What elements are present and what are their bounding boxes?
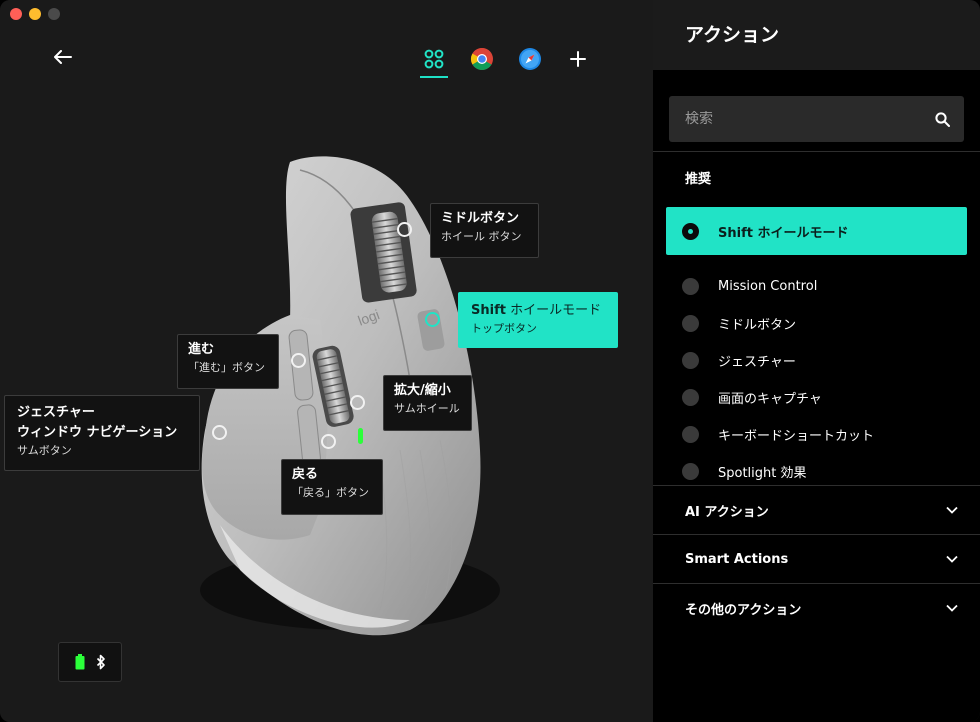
chevron-down-icon (946, 555, 958, 563)
hotspot-shift-button[interactable] (425, 312, 440, 327)
hotspot-gesture-button[interactable] (212, 425, 227, 440)
app-window: logi ミドルボタン ホイール ボタン Shift ホイールモード トップボタ… (0, 0, 980, 722)
action-label: Mission Control (718, 279, 818, 294)
callout-subtitle: 「進む」ボタン (188, 361, 265, 374)
callout-title-line2: ウィンドウ ナビゲーション (17, 425, 178, 440)
radio-icon (682, 389, 699, 406)
callout-middle-button[interactable]: ミドルボタン ホイール ボタン (430, 203, 539, 258)
plus-icon (570, 51, 586, 67)
callout-title: Shift ホイールモード (471, 302, 605, 319)
chrome-icon (471, 48, 493, 70)
callout-shift-button[interactable]: Shift ホイールモード トップボタン (458, 292, 618, 348)
bluetooth-icon (96, 654, 105, 670)
actions-panel: アクション 推奨 Shift ホイールモード Mission Control ミ… (653, 0, 980, 722)
action-item-screen-capture[interactable]: 画面のキャプチャ (666, 379, 967, 416)
section-label: Smart Actions (685, 551, 789, 567)
action-label: キーボードショートカット (718, 429, 875, 444)
radio-selected-icon (682, 222, 699, 240)
callout-title-line1: ジェスチャー (17, 405, 95, 420)
action-label: Shift ホイールモード (718, 225, 849, 241)
callout-title: 進む (188, 342, 215, 357)
chevron-down-icon (946, 506, 958, 514)
action-label: ミドルボタン (718, 318, 797, 333)
hotspot-middle-button[interactable] (397, 222, 412, 237)
arrow-left-icon (54, 50, 72, 64)
hotspot-thumb-wheel[interactable] (350, 395, 365, 410)
tab-chrome[interactable] (458, 40, 506, 78)
section-label: AI アクション (685, 504, 769, 520)
minimize-window-button[interactable] (29, 8, 41, 20)
action-item-mission-control[interactable]: Mission Control (666, 268, 967, 305)
device-canvas: logi ミドルボタン ホイール ボタン Shift ホイールモード トップボタ… (0, 0, 653, 722)
action-label: ジェスチャー (718, 355, 796, 370)
hotspot-forward-button[interactable] (291, 353, 306, 368)
section-label: その他のアクション (685, 602, 802, 618)
action-item-keyboard-shortcut[interactable]: キーボードショートカット (666, 416, 967, 453)
radio-icon (682, 426, 699, 443)
tab-safari[interactable] (506, 40, 554, 78)
safari-icon (519, 48, 541, 70)
radio-icon (682, 278, 699, 295)
recommended-actions: Shift ホイールモード Mission Control ミドルボタン ジェス… (666, 207, 967, 490)
tab-all-apps[interactable] (410, 40, 458, 78)
action-item-middle-button[interactable]: ミドルボタン (666, 305, 967, 342)
action-item-gesture[interactable]: ジェスチャー (666, 342, 967, 379)
callout-title: 戻る (292, 467, 319, 482)
close-window-button[interactable] (10, 8, 22, 20)
callout-back-button[interactable]: 戻る 「戻る」ボタン (281, 459, 383, 515)
callout-subtitle: サムボタン (17, 444, 72, 457)
callout-subtitle: ホイール ボタン (441, 230, 522, 243)
search-icon[interactable] (935, 111, 950, 127)
grid-dots-icon (424, 49, 444, 69)
action-item-shift-wheel-mode[interactable]: Shift ホイールモード (666, 207, 967, 255)
action-label: 画面のキャプチャ (718, 392, 822, 407)
callout-title: ミドルボタン (441, 211, 520, 226)
callout-subtitle: トップボタン (471, 322, 537, 335)
callout-subtitle: サムホイール (394, 402, 460, 415)
application-tabs (410, 40, 602, 78)
action-label: Spotlight 効果 (718, 466, 807, 481)
search-box[interactable] (669, 96, 964, 142)
callout-forward-button[interactable]: 進む 「進む」ボタン (177, 334, 279, 389)
back-button[interactable] (50, 44, 76, 70)
section-other-actions[interactable]: その他のアクション (653, 584, 980, 632)
search-input[interactable] (685, 111, 905, 127)
callout-title: 拡大/縮小 (394, 383, 451, 398)
callout-title-bold: Shift (471, 303, 506, 318)
callout-thumb-wheel[interactable]: 拡大/縮小 サムホイール (383, 375, 472, 431)
callout-subtitle: 「戻る」ボタン (292, 486, 369, 499)
callout-gesture-button[interactable]: ジェスチャー ウィンドウ ナビゲーション サムボタン (4, 395, 200, 471)
callout-title-rest: ホイールモード (505, 303, 602, 318)
tab-add-app[interactable] (554, 40, 602, 78)
chevron-down-icon (946, 604, 958, 612)
battery-icon (75, 654, 84, 670)
divider (653, 151, 980, 152)
radio-icon (682, 352, 699, 369)
device-status[interactable] (58, 642, 122, 682)
hotspot-back-button[interactable] (321, 434, 336, 449)
section-ai-actions[interactable]: AI アクション (653, 486, 980, 534)
panel-title: アクション (653, 0, 980, 70)
window-controls (10, 8, 60, 20)
section-smart-actions[interactable]: Smart Actions (653, 535, 980, 583)
zoom-window-button[interactable] (48, 8, 60, 20)
recommended-heading: 推奨 (685, 172, 712, 187)
radio-icon (682, 315, 699, 332)
radio-icon (682, 463, 699, 480)
